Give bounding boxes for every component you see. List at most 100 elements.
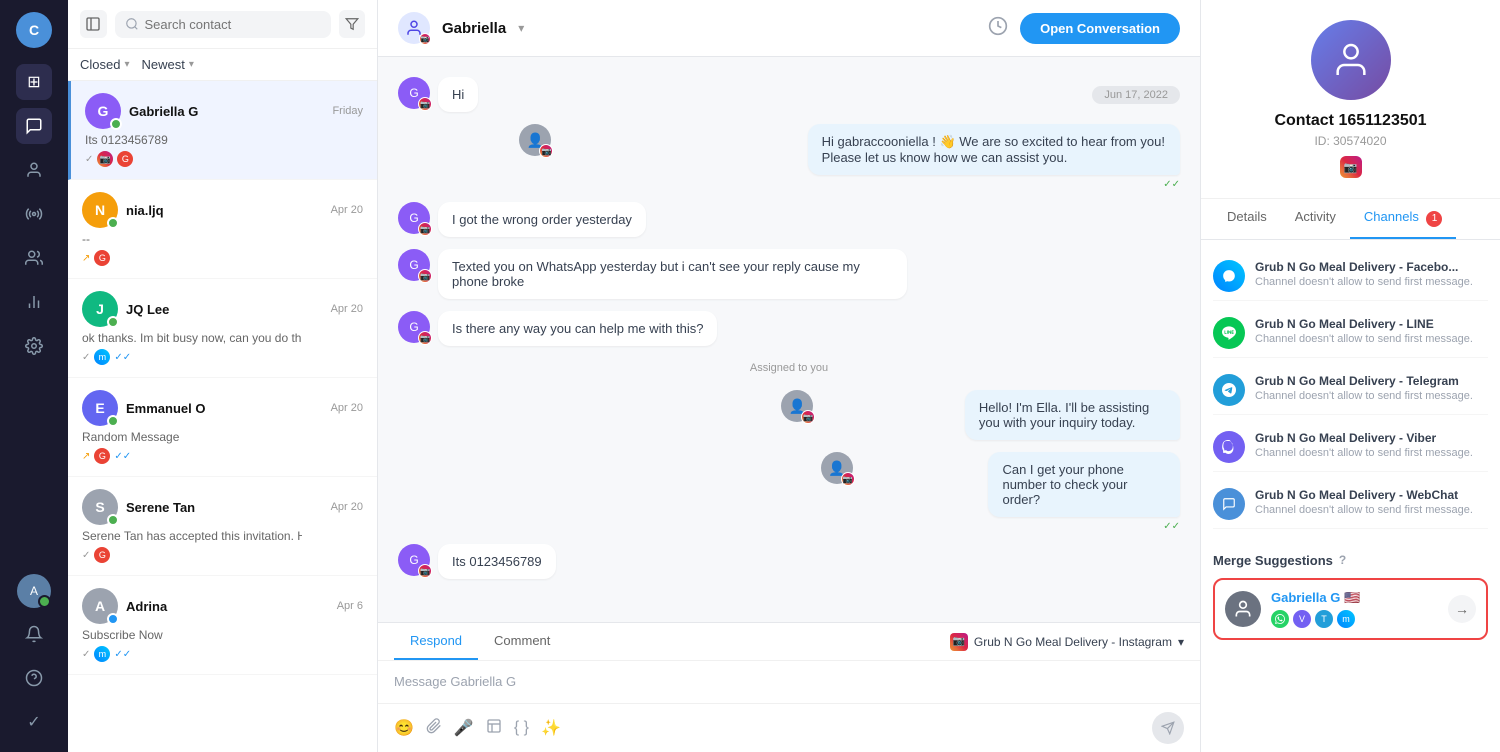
ai-icon[interactable]: ✨ (541, 718, 561, 738)
channel-text: Grub N Go Meal Delivery - Viber Channel … (1255, 431, 1488, 459)
chat-icon[interactable] (16, 108, 52, 144)
message-check: ✓✓ (1163, 179, 1180, 190)
tab-respond[interactable]: Respond (394, 623, 478, 660)
settings-icon[interactable] (16, 328, 52, 364)
chat-toolbar: 😊 🎤 { } ✨ (378, 703, 1200, 752)
template-icon[interactable] (486, 718, 502, 739)
chat-input-tabs: Respond Comment 📷 Grub N Go Meal Deliver… (378, 623, 1200, 661)
check-icon: ✓ (82, 352, 90, 363)
message-row: G 📷 Texted you on WhatsApp yesterday but… (398, 249, 1180, 299)
channel-desc: Channel doesn't allow to send first mess… (1255, 333, 1488, 345)
nav-user-initial[interactable]: C (16, 12, 52, 48)
messenger-channel-icon[interactable] (1213, 260, 1245, 292)
chat-input-box[interactable] (378, 661, 1200, 703)
chat-contact-name: Gabriella (442, 20, 506, 37)
sidebar-toggle-icon[interactable] (80, 10, 107, 38)
chevron-down-icon[interactable]: ▾ (518, 21, 524, 35)
layout-icon[interactable]: ⊞ (16, 64, 52, 100)
reports-icon[interactable] (16, 284, 52, 320)
channels-list: Grub N Go Meal Delivery - Facebo... Chan… (1201, 240, 1500, 541)
conv-preview: -- (82, 232, 302, 246)
bell-icon[interactable] (16, 616, 52, 652)
search-input[interactable] (145, 17, 321, 32)
message-input[interactable] (394, 674, 1184, 689)
open-conversation-button[interactable]: Open Conversation (1020, 13, 1180, 44)
channel-selector[interactable]: 📷 Grub N Go Meal Delivery - Instagram ▾ (950, 633, 1184, 651)
line-channel-icon[interactable] (1213, 317, 1245, 349)
tab-details[interactable]: Details (1213, 199, 1281, 239)
timer-icon[interactable] (988, 16, 1008, 41)
merge-arrow-button[interactable]: → (1448, 595, 1476, 623)
webchat-channel-icon[interactable] (1213, 488, 1245, 520)
telegram-merge-icon: T (1315, 610, 1333, 628)
emoji-icon[interactable]: 😊 (394, 718, 414, 738)
message-row-outbound: Hi gabraccooniella ! 👋 We are so excited… (398, 124, 1180, 190)
help-icon[interactable] (16, 660, 52, 696)
channel-name: Grub N Go Meal Delivery - LINE (1255, 317, 1488, 331)
contact-profile: Contact 1651123501 ID: 30574020 📷 (1201, 0, 1500, 199)
gmail-tag-icon: G (94, 448, 110, 464)
merge-label: Merge Suggestions (1213, 553, 1333, 568)
double-check-icon: ✓✓ (114, 649, 131, 660)
message-bubble: Texted you on WhatsApp yesterday but i c… (438, 249, 907, 299)
conv-time: Apr 20 (331, 402, 363, 414)
message-bubble: Its 0123456789 (438, 544, 556, 579)
conv-item-jqlee[interactable]: J JQ Lee Apr 20 ok thanks. Im bit busy n… (68, 279, 377, 378)
conv-preview: Serene Tan has accepted this invitation.… (82, 529, 302, 543)
contacts-icon[interactable] (16, 152, 52, 188)
channel-text: Grub N Go Meal Delivery - Telegram Chann… (1255, 374, 1488, 402)
avatar: A (82, 588, 118, 624)
messenger-merge-icon: m (1337, 610, 1355, 628)
team-icon[interactable] (16, 240, 52, 276)
message-avatar: G 📷 (398, 249, 430, 281)
conv-name: Serene Tan (126, 500, 323, 515)
conv-item-serene[interactable]: S Serene Tan Apr 20 Serene Tan has accep… (68, 477, 377, 576)
check-icon: ✓ (82, 649, 90, 660)
telegram-channel-icon[interactable] (1213, 374, 1245, 406)
channel-item-viber: Grub N Go Meal Delivery - Viber Channel … (1213, 423, 1488, 472)
date-divider: Jun 17, 2022 (1092, 86, 1180, 104)
message-bubble: Can I get your phone number to check you… (988, 452, 1180, 517)
help-icon[interactable]: ? (1339, 553, 1346, 567)
message-bubble: Hello! I'm Ella. I'll be assisting you w… (965, 390, 1180, 440)
channel-desc: Channel doesn't allow to send first mess… (1255, 390, 1488, 402)
conv-item-nialjq[interactable]: N nia.ljq Apr 20 -- ↗ G (68, 180, 377, 279)
merge-card[interactable]: Gabriella G 🇺🇸 V T m → (1213, 578, 1488, 640)
conv-tags: ✓ G (82, 547, 363, 563)
tab-channels[interactable]: Channels 1 (1350, 199, 1457, 239)
sort-filter[interactable]: Newest ▾ (142, 57, 194, 72)
arrow-icon: ↗ (82, 451, 90, 462)
checkmark-icon[interactable]: ✓ (16, 704, 52, 740)
status-filter[interactable]: Closed ▾ (80, 57, 130, 72)
chat-header-actions: Open Conversation (988, 13, 1180, 44)
agent-avatar: 👤 📷 (519, 124, 551, 156)
filter-button[interactable] (339, 10, 366, 38)
search-box[interactable] (115, 11, 331, 38)
contact-ig-badge: 📷 (1340, 156, 1362, 178)
conv-item-gabriella[interactable]: G Gabriella G Friday Its 0123456789 ✓ 📷 … (68, 81, 377, 180)
conv-item-adrina[interactable]: A Adrina Apr 6 Subscribe Now ✓ m ✓✓ (68, 576, 377, 675)
variable-icon[interactable]: { } (514, 719, 529, 737)
conv-time: Apr 6 (337, 600, 363, 612)
viber-channel-icon[interactable] (1213, 431, 1245, 463)
channels-badge: 1 (1426, 211, 1442, 227)
channel-text: Grub N Go Meal Delivery - LINE Channel d… (1255, 317, 1488, 345)
attachment-icon[interactable] (426, 718, 442, 739)
conv-tags: ✓ m ✓✓ (82, 349, 363, 365)
merge-suggestions-section: Merge Suggestions ? Gabriella G 🇺🇸 V T m… (1201, 541, 1500, 652)
conv-preview: Subscribe Now (82, 628, 302, 642)
tab-comment[interactable]: Comment (478, 623, 566, 660)
chat-messages: G 📷 Hi Jun 17, 2022 Hi gabraccooniella !… (378, 57, 1200, 622)
broadcast-icon[interactable] (16, 196, 52, 232)
message-avatar: G 📷 (398, 311, 430, 343)
channel-item-line: Grub N Go Meal Delivery - LINE Channel d… (1213, 309, 1488, 358)
nav-agent-avatar[interactable]: A (17, 574, 51, 608)
send-button[interactable] (1152, 712, 1184, 744)
tab-activity[interactable]: Activity (1281, 199, 1350, 239)
merge-contact-info: Gabriella G 🇺🇸 V T m (1271, 590, 1438, 628)
conv-item-emmanuel[interactable]: E Emmanuel O Apr 20 Random Message ↗ G ✓… (68, 378, 377, 477)
message-avatar: G 📷 (398, 202, 430, 234)
audio-icon[interactable]: 🎤 (454, 718, 474, 738)
gmail-tag-icon: G (117, 151, 133, 167)
channel-name: Grub N Go Meal Delivery - WebChat (1255, 488, 1488, 502)
